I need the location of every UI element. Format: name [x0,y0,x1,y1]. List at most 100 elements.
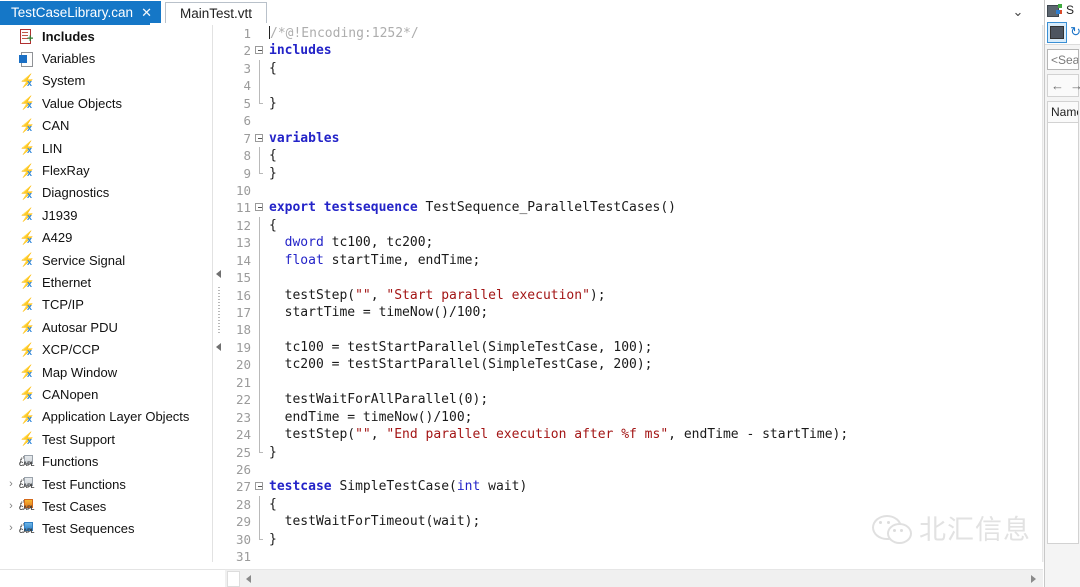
code-line[interactable]: 1 /*@!Encoding:1252*/ [225,25,848,42]
code-line[interactable]: 29 testWaitForTimeout(wait); [225,513,848,530]
capl-event-icon: ⚡x [18,140,35,156]
sidebar-item-ethernet[interactable]: ⚡xEthernet [0,271,212,293]
line-number: 9 [225,165,255,182]
expander-chevron-icon[interactable]: › [4,501,18,512]
sidebar-item-flexray[interactable]: ⚡x FlexRay [0,159,212,181]
code-line[interactable]: 8{ [225,147,848,164]
code-line[interactable]: 27testcase SimpleTestCase(int wait) [225,478,848,495]
symbol-explorer-panel[interactable]: S ↻ <Sear ← → Name [1044,0,1080,587]
capl-event-icon: ⚡x [18,319,35,335]
code-editor[interactable]: 1 /*@!Encoding:1252*/2includes3{45}67vari… [225,25,1015,562]
code-line[interactable]: 6 [225,112,848,129]
sidebar-item-label: Map Window [42,366,117,379]
symbol-list-body[interactable] [1047,123,1079,544]
code-text: } [267,444,277,461]
stop-button[interactable] [1047,22,1067,43]
sidebar-item-lin[interactable]: ⚡xLIN [0,137,212,159]
line-number: 23 [225,409,255,426]
code-line[interactable]: 18 [225,321,848,338]
code-text: } [267,531,277,548]
back-arrow-icon[interactable]: ← [1051,78,1064,93]
line-number: 24 [225,426,255,443]
code-line[interactable]: 22 testWaitForAllParallel(0); [225,391,848,408]
code-line[interactable]: 16 testStep("", "Start parallel executio… [225,287,848,304]
code-line[interactable]: 14 float startTime, endTime; [225,252,848,269]
line-number: 27 [225,478,255,495]
sidebar-item-tcp-ip[interactable]: ⚡xTCP/IP [0,294,212,316]
code-line[interactable]: 7variables [225,130,848,147]
search-input[interactable]: <Sear [1047,49,1079,70]
code-line[interactable]: 21 [225,374,848,391]
refresh-icon[interactable]: ↻ [1070,24,1080,40]
editor-horizontal-scrollbar[interactable] [225,569,1043,587]
sidebar-item-label: FlexRay [42,164,90,177]
capl-browser-tree[interactable]: +IncludesVariables⚡xSystem⚡xValue Object… [0,25,212,562]
code-line[interactable]: 13 dword tc100, tc200; [225,234,848,251]
sidebar-item-test-cases[interactable]: ›ƒxCAPLTest Cases [0,495,212,517]
sidebar-item-a429[interactable]: ⚡xA429 [0,227,212,249]
close-icon[interactable]: ✕ [141,6,152,19]
code-line[interactable]: 30} [225,531,848,548]
line-number: 8 [225,147,255,164]
code-line[interactable]: 19 tc100 = testStartParallel(SimpleTestC… [225,339,848,356]
sidebar-item-can[interactable]: ⚡xCAN [0,115,212,137]
collapse-left-arrow-icon-2[interactable] [216,343,221,351]
sidebar-item-diagnostics[interactable]: ⚡xDiagnostics [0,182,212,204]
code-line[interactable]: 3{ [225,60,848,77]
sidebar-item-variables[interactable]: Variables [0,47,212,69]
forward-arrow-icon[interactable]: → [1070,78,1080,93]
sidebar-item-functions[interactable]: ƒxCAPLFunctions [0,450,212,472]
horizontal-scrollbar-thumb[interactable] [227,571,240,587]
scroll-left-arrow-icon[interactable] [241,572,255,586]
line-number: 2 [225,42,255,59]
tab-testcaselibrary-can[interactable]: TestCaseLibrary.can ✕ [0,1,161,24]
sidebar-item-system[interactable]: ⚡xSystem [0,70,212,92]
code-line[interactable]: 20 tc200 = testStartParallel(SimpleTestC… [225,356,848,373]
sidebar-item-autosar-pdu[interactable]: ⚡xAutosar PDU [0,316,212,338]
sidebar-item-test-functions[interactable]: ›ƒxCAPLTest Functions [0,473,212,495]
code-text: /*@!Encoding:1252*/ [267,25,419,42]
code-line[interactable]: 26 [225,461,848,478]
chevron-down-icon[interactable]: ⌄ [1009,3,1027,21]
code-line[interactable]: 2includes [225,42,848,59]
sidebar-item-test-sequences[interactable]: ›ƒxCAPLTest Sequences [0,518,212,540]
expander-chevron-icon[interactable]: › [4,479,18,490]
sidebar-item-application-layer-objects[interactable]: ⚡xApplication Layer Objects [0,406,212,428]
tab-maintest-vtt[interactable]: MainTest.vtt [165,2,267,24]
code-line[interactable]: 15 [225,269,848,286]
sidebar-item-label: Test Cases [42,500,106,513]
expander-chevron-icon[interactable]: › [4,523,18,534]
code-line[interactable]: 12{ [225,217,848,234]
sidebar-item-value-objects[interactable]: ⚡xValue Objects [0,92,212,114]
code-text: float startTime, endTime; [267,252,480,269]
scroll-right-arrow-icon[interactable] [1026,572,1040,586]
code-line[interactable]: 10 [225,182,848,199]
line-number: 20 [225,356,255,373]
code-content[interactable]: 1 /*@!Encoding:1252*/2includes3{45}67vari… [225,25,848,562]
collapse-left-arrow-icon[interactable] [216,270,221,278]
code-line[interactable]: 5} [225,95,848,112]
sidebar-item-map-window[interactable]: ⚡xMap Window [0,361,212,383]
code-line[interactable]: 25} [225,444,848,461]
code-line[interactable]: 4 [225,77,848,94]
capl-event-icon: ⚡x [18,163,35,179]
sidebar-item-includes[interactable]: +Includes [0,25,212,47]
column-header-name[interactable]: Name [1047,101,1079,123]
sidebar-item-service-signal[interactable]: ⚡xService Signal [0,249,212,271]
line-number: 1 [225,25,255,42]
code-line[interactable]: 24 testStep("", "End parallel execution … [225,426,848,443]
sidebar-item-test-support[interactable]: ⚡xTest Support [0,428,212,450]
code-line[interactable]: 23 endTime = timeNow()/100; [225,409,848,426]
sidebar-item-canopen[interactable]: ⚡xCANopen [0,383,212,405]
splitter-grip[interactable] [218,287,220,335]
sidebar-item-j1939[interactable]: ⚡xJ1939 [0,204,212,226]
sidebar-item-label: Service Signal [42,254,125,267]
sidebar-item-label: J1939 [42,209,77,222]
code-line[interactable]: 11export testsequence TestSequence_Paral… [225,199,848,216]
code-line[interactable]: 31 [225,548,848,562]
code-line[interactable]: 17 startTime = timeNow()/100; [225,304,848,321]
code-line[interactable]: 9} [225,165,848,182]
sidebar-editor-splitter[interactable] [212,25,226,562]
code-line[interactable]: 28{ [225,496,848,513]
sidebar-item-xcp-ccp[interactable]: ⚡xXCP/CCP [0,338,212,360]
